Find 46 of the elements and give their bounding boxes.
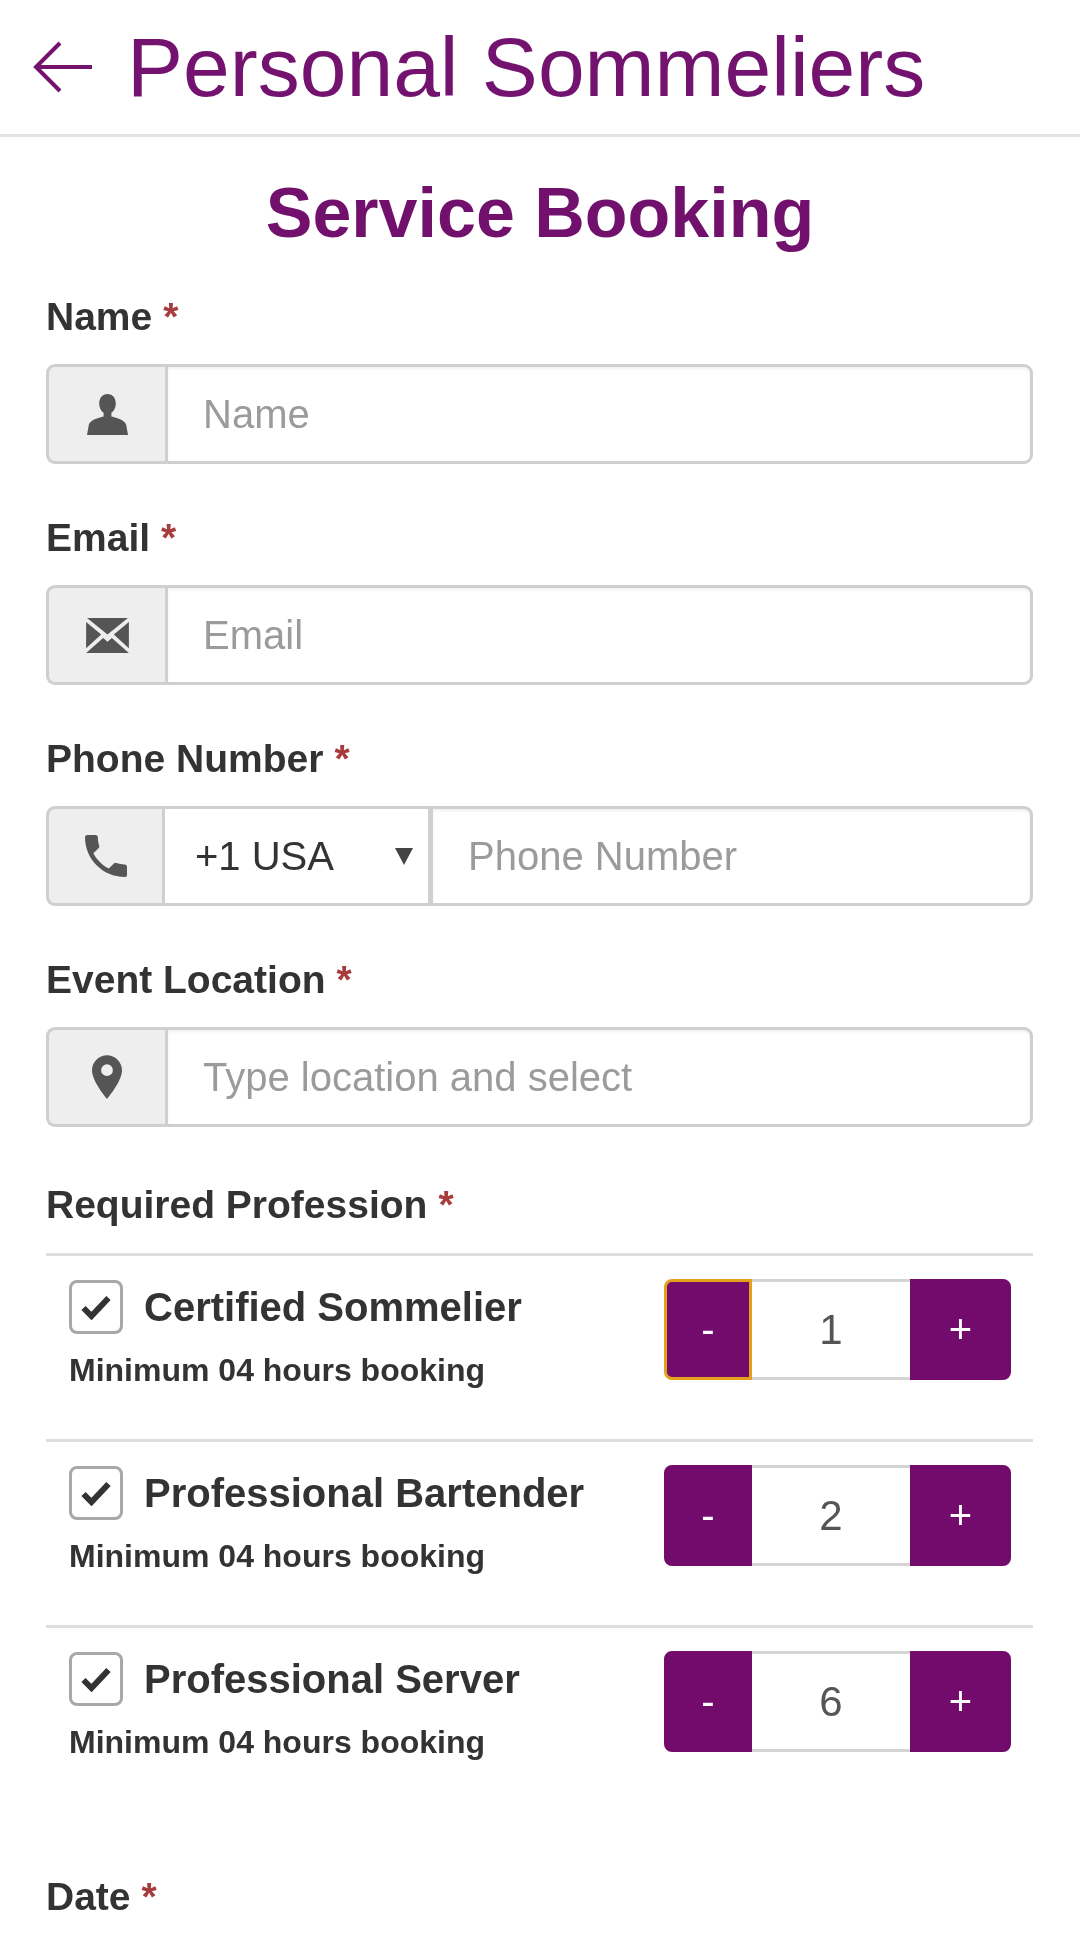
increment-button[interactable]: + [910, 1279, 1011, 1380]
map-pin-icon [92, 1055, 122, 1099]
booking-note: Minimum 04 hours booking [69, 1351, 486, 1390]
decrement-button[interactable]: - [664, 1279, 752, 1380]
increment-button[interactable]: + [910, 1651, 1011, 1752]
checkbox[interactable] [69, 1466, 123, 1520]
field-label: Event Location [46, 957, 326, 1003]
decrement-button[interactable]: - [664, 1651, 752, 1752]
decrement-button[interactable]: - [664, 1465, 752, 1566]
booking-note: Minimum 04 hours booking [69, 1723, 486, 1762]
required-asterisk: * [161, 515, 177, 561]
email-field[interactable]: Email [165, 585, 1033, 685]
name-field[interactable]: Name [165, 364, 1033, 464]
caret-icon [395, 847, 413, 865]
profession-title: Certified Sommelier [144, 1284, 522, 1331]
checkbox[interactable] [69, 1652, 123, 1706]
checkmark-icon [81, 1480, 111, 1506]
field-label: Phone Number [46, 736, 324, 782]
profession-title: Professional Bartender [144, 1470, 585, 1517]
person-icon [85, 392, 129, 436]
quantity-field[interactable]: 6 [752, 1651, 910, 1752]
field-label: Date [46, 1874, 131, 1920]
required-asterisk: * [336, 957, 352, 1003]
country-code-select[interactable]: +1 USA [162, 806, 430, 906]
required-asterisk: * [438, 1182, 454, 1228]
required-asterisk: * [163, 294, 179, 340]
profession-title: Professional Server [144, 1656, 520, 1703]
quantity-field[interactable]: 1 [752, 1279, 910, 1380]
increment-button[interactable]: + [910, 1465, 1011, 1566]
quantity-field[interactable]: 2 [752, 1465, 910, 1566]
required-asterisk: * [334, 736, 350, 782]
checkbox[interactable] [69, 1280, 123, 1334]
booking-note: Minimum 04 hours booking [69, 1537, 486, 1576]
field-label: Name [46, 294, 153, 340]
checkmark-icon [81, 1294, 111, 1320]
phone-icon [84, 835, 127, 877]
field-label: Required Profession [46, 1182, 428, 1228]
location-field[interactable]: Type location and select [165, 1027, 1033, 1127]
page-heading: Service Booking [264, 173, 816, 253]
checkmark-icon [81, 1666, 111, 1692]
required-asterisk: * [141, 1874, 157, 1920]
app-title: Personal Sommeliers [127, 19, 926, 115]
phone-number-field[interactable]: Phone Number [430, 806, 1033, 906]
back-arrow-icon[interactable] [31, 40, 93, 94]
field-label: Email [46, 515, 151, 561]
envelope-icon [85, 617, 129, 653]
